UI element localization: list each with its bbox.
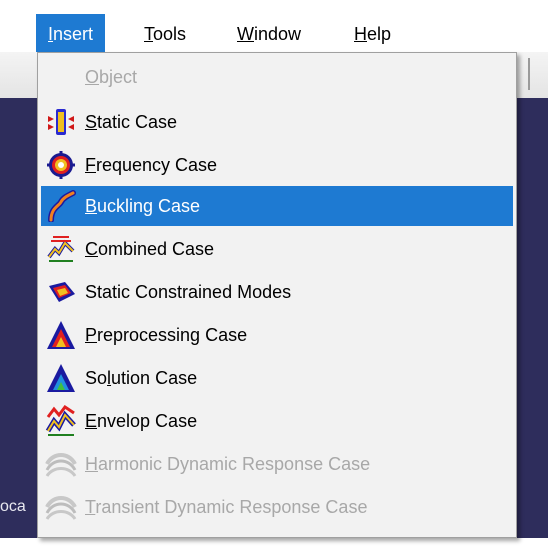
menu-help-label: elp: [367, 24, 392, 44]
combined-case-icon: [43, 231, 79, 267]
insert-menu-dropdown: Object Static Case Frequency Case Buckli…: [37, 52, 517, 538]
status-strip: [0, 538, 548, 560]
menu-item-buckling-case[interactable]: Buckling Case: [41, 186, 513, 226]
menu-item-envelop-case[interactable]: Envelop Case: [41, 401, 513, 441]
solution-case-icon: [43, 360, 79, 396]
buckling-case-icon: [43, 188, 79, 224]
menu-item-object: Object: [41, 57, 513, 97]
menu-window-mnemonic: W: [237, 24, 254, 44]
menu-tools-mnemonic: T: [144, 24, 153, 44]
menu-item-solution-case[interactable]: Solution Case: [41, 358, 513, 398]
toolbar-separator: [528, 58, 530, 90]
partial-tree-text: oca: [0, 498, 26, 515]
menu-item-static-constrained-modes[interactable]: Static Constrained Modes: [41, 272, 513, 312]
static-case-icon: [43, 104, 79, 140]
menu-insert[interactable]: Insert: [36, 14, 106, 52]
menu-item-harmonic-dynamic-response-case: Harmonic Dynamic Response Case: [41, 444, 513, 484]
envelop-case-icon: [43, 403, 79, 439]
menu-item-frequency-case[interactable]: Frequency Case: [41, 145, 513, 185]
transient-dynamic-response-icon: [43, 489, 79, 525]
menu-window[interactable]: Window: [225, 14, 313, 52]
menu-item-static-case[interactable]: Static Case: [41, 102, 513, 142]
menu-tools-label: ools: [153, 24, 187, 44]
menu-window-label: indow: [254, 24, 302, 44]
menu-item-preprocessing-case[interactable]: Preprocessing Case: [41, 315, 513, 355]
frequency-case-icon: [43, 147, 79, 183]
menu-item-combined-case[interactable]: Combined Case: [41, 229, 513, 269]
menu-help[interactable]: Help: [342, 14, 403, 52]
static-constrained-modes-icon: [43, 274, 79, 310]
preprocessing-case-icon: [43, 317, 79, 353]
blank-icon: [43, 59, 79, 95]
menu-tools[interactable]: Tools: [132, 14, 198, 52]
menu-item-transient-dynamic-response-case: Transient Dynamic Response Case: [41, 487, 513, 527]
menu-help-mnemonic: H: [354, 24, 367, 44]
harmonic-dynamic-response-icon: [43, 446, 79, 482]
menu-bar: Insert Tools Window Help: [0, 14, 548, 52]
menu-insert-label: nsert: [53, 24, 94, 44]
